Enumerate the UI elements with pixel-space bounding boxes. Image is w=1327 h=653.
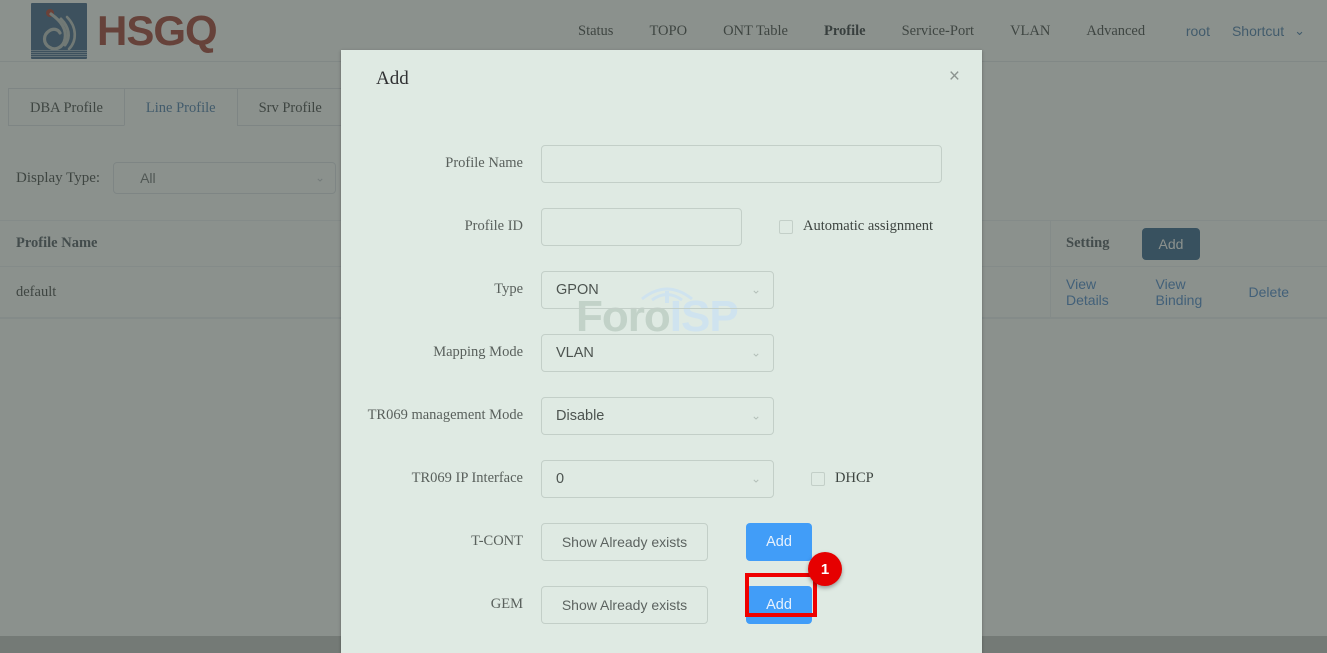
chevron-down-icon: ⌄ — [750, 408, 761, 422]
form-row-gem: GEM Show Already exists Add — [341, 573, 982, 636]
form-row-tcont: T-CONT Show Already exists Add — [341, 510, 982, 573]
form-row-tr069-management-mode: TR069 management Mode Disable ⌄ — [341, 384, 982, 447]
type-select[interactable]: GPON ⌄ — [541, 270, 774, 309]
profile-name-input[interactable] — [542, 145, 941, 182]
profile-id-input[interactable] — [542, 208, 741, 245]
label-tcont: T-CONT — [471, 533, 523, 549]
label-profile-id: Profile ID — [464, 218, 523, 234]
mapping-mode-value: VLAN — [556, 344, 594, 361]
automatic-assignment-label: Automatic assignment — [803, 218, 934, 234]
gem-show-existing-button[interactable]: Show Already exists — [541, 585, 708, 624]
chevron-down-icon: ⌄ — [750, 345, 761, 359]
label-profile-name: Profile Name — [445, 155, 523, 171]
dhcp-label: DHCP — [835, 470, 874, 486]
add-profile-form: Profile Name Profile ID Automatic assign… — [341, 132, 982, 636]
form-row-mapping-mode: Mapping Mode VLAN ⌄ — [341, 321, 982, 384]
tcont-show-existing-button[interactable]: Show Already exists — [541, 522, 708, 561]
dhcp-checkbox[interactable]: DHCP — [811, 470, 874, 487]
tcont-add-button[interactable]: Add — [746, 522, 812, 561]
tr069-management-mode-value: Disable — [556, 407, 605, 424]
profile-name-field[interactable] — [541, 144, 942, 183]
step-badge: 1 — [808, 552, 842, 586]
form-row-tr069-ip-interface: TR069 IP Interface 0 ⌄ DHCP — [341, 447, 982, 510]
add-line-profile-dialog: Add × ForoISP Profile Name Profile ID Au… — [341, 50, 982, 653]
label-tr069-management-mode: TR069 management Mode — [367, 407, 523, 423]
dialog-title: Add — [376, 68, 409, 89]
close-icon[interactable]: × — [949, 67, 960, 86]
tr069-management-mode-select[interactable]: Disable ⌄ — [541, 396, 774, 435]
form-row-profile-name: Profile Name — [341, 132, 982, 195]
type-value: GPON — [556, 281, 599, 298]
checkbox-square-icon[interactable] — [779, 219, 793, 234]
checkbox-square-icon[interactable] — [811, 471, 825, 486]
profile-id-field[interactable] — [541, 207, 742, 246]
form-row-type: Type GPON ⌄ — [341, 258, 982, 321]
tr069-ip-interface-value: 0 — [556, 470, 565, 487]
gem-add-button[interactable]: Add — [746, 585, 812, 624]
automatic-assignment-checkbox[interactable]: Automatic assignment — [779, 218, 933, 235]
label-tr069-ip-interface: TR069 IP Interface — [411, 470, 523, 486]
form-row-profile-id: Profile ID Automatic assignment — [341, 195, 982, 258]
label-gem: GEM — [490, 596, 523, 612]
label-type: Type — [494, 281, 523, 297]
chevron-down-icon: ⌄ — [750, 282, 761, 296]
mapping-mode-select[interactable]: VLAN ⌄ — [541, 333, 774, 372]
tr069-ip-interface-select[interactable]: 0 ⌄ — [541, 459, 774, 498]
chevron-down-icon: ⌄ — [750, 471, 761, 485]
label-mapping-mode: Mapping Mode — [433, 344, 523, 360]
